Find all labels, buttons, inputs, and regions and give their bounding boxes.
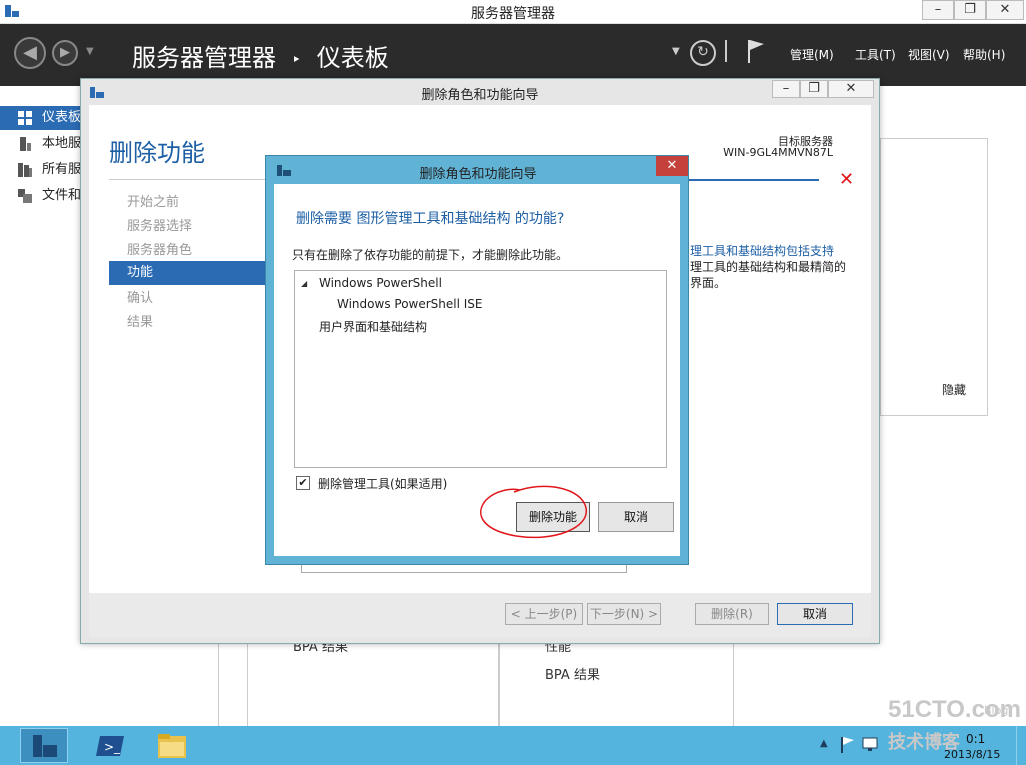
maximize-button[interactable]: ❐ [954, 0, 986, 20]
step-before-you-begin[interactable]: 开始之前 [127, 191, 179, 210]
taskbar: >_ ▲ 0:1 2013/8/15 [0, 726, 1026, 765]
step-features[interactable]: 功能 [109, 261, 269, 285]
breadcrumb-current: 仪表板 [316, 44, 389, 72]
minimize-button[interactable]: – [922, 0, 954, 20]
watermark-blog: Blog [984, 704, 1009, 717]
sidebar-item-file-services[interactable]: 文件和 [0, 184, 80, 208]
window-title: 服务器管理器 [471, 6, 555, 22]
target-server-name: WIN-9GL4MMVN87L [723, 146, 833, 159]
header-divider [725, 40, 727, 62]
wizard-next-button[interactable]: 下一步(N) > [587, 603, 661, 625]
panel-divider [218, 642, 219, 726]
flag-icon[interactable] [746, 38, 766, 64]
dialog-close-button[interactable]: ✕ [656, 156, 688, 176]
sidebar-item-label: 本地服 [42, 136, 80, 151]
step-confirmation[interactable]: 确认 [127, 287, 153, 306]
local-server-icon [20, 137, 31, 151]
forward-arrow-icon: ▶ [60, 45, 70, 60]
step-server-roles[interactable]: 服务器角色 [127, 239, 192, 258]
sidebar-item-label: 文件和 [42, 188, 80, 203]
clock-time[interactable]: 0:1 [966, 732, 985, 746]
wizard-titlebar: 删除角色和功能向导 – ❐ ✕ [81, 79, 879, 105]
dialog-body: 删除需要 图形管理工具和基础结构 的功能? 只有在删除了依存功能的前提下，才能删… [274, 184, 680, 556]
svg-text:>_: >_ [104, 740, 121, 754]
sidebar-item-local-server[interactable]: 本地服 [0, 132, 80, 156]
remove-tools-label[interactable]: 删除管理工具(如果适用) [318, 475, 447, 492]
taskbar-file-explorer[interactable] [148, 728, 196, 763]
confirm-remove-dialog: 删除角色和功能向导 ✕ 删除需要 图形管理工具和基础结构 的功能? 只有在删除了… [265, 155, 689, 565]
wizard-divider [109, 179, 269, 180]
menu-help[interactable]: 帮助(H) [963, 46, 1005, 63]
show-hidden-icons[interactable]: ▲ [820, 738, 828, 749]
menu-manage[interactable]: 管理(M) [790, 46, 834, 63]
hide-link[interactable]: 隐藏 [942, 381, 966, 398]
wizard-title: 删除角色和功能向导 [421, 88, 539, 103]
close-icon: ✕ [666, 158, 678, 173]
step-server-selection[interactable]: 服务器选择 [127, 215, 192, 234]
refresh-icon[interactable]: ↻ [690, 40, 716, 66]
checkmark-icon: ✔ [298, 476, 308, 489]
header-bar: ◀ ▶ ▼ 服务器管理器 ‣ 仪表板 ▼ ↻ 管理(M) 工具(T) 视图(V)… [0, 24, 1026, 86]
tree-item-powershell-ise[interactable]: Windows PowerShell ISE [337, 297, 483, 311]
wizard-cancel-button[interactable]: 取消 [777, 603, 853, 625]
watermark-subtitle: 技术博客 [888, 732, 960, 753]
dialog-cancel-button[interactable]: 取消 [598, 502, 674, 532]
show-desktop-button[interactable] [1016, 726, 1026, 765]
powershell-icon: >_ [96, 736, 124, 756]
progress-line [689, 179, 819, 181]
breadcrumb: 服务器管理器 ‣ 仪表板 [132, 38, 389, 73]
expand-collapse-icon[interactable]: ◢ [301, 279, 307, 288]
wizard-prev-button[interactable]: < 上一步(P) [505, 603, 583, 625]
sidebar-item-label: 所有服 [42, 162, 80, 177]
step-results[interactable]: 结果 [127, 311, 153, 330]
sidebar: 仪表板 本地服 所有服 文件和 [0, 86, 80, 726]
tile-right: 性能 BPA 结果 [498, 640, 734, 726]
sidebar-item-label: 仪表板 [42, 110, 80, 125]
sidebar-item-dashboard[interactable]: 仪表板 [0, 106, 80, 130]
dialog-title: 删除角色和功能向导 [419, 167, 537, 182]
remove-tools-checkbox[interactable]: ✔ [296, 476, 310, 490]
dialog-description: 只有在删除了依存功能的前提下，才能删除此功能。 [292, 248, 569, 262]
feature-description-line2: 理工具的基础结构和最精简的 [690, 260, 847, 274]
close-button[interactable]: ✕ [986, 0, 1024, 20]
taskbar-powershell[interactable]: >_ [86, 728, 134, 763]
wizard-heading: 删除功能 [109, 139, 205, 167]
dialog-question: 删除需要 图形管理工具和基础结构 的功能? [296, 211, 565, 227]
tile-left: BPA 结果 [247, 640, 500, 726]
main-titlebar: 服务器管理器 – ❐ ✕ [0, 0, 1026, 24]
red-annotation-circle [480, 485, 587, 539]
feature-description: 理工具和基础结构包括支持 理工具的基础结构和最精简的 界面。 [690, 242, 846, 290]
menu-tools[interactable]: 工具(T) [855, 46, 896, 63]
wizard-maximize-button[interactable]: ❐ [800, 80, 828, 98]
menu-view[interactable]: 视图(V) [908, 46, 950, 63]
action-center-flag-icon[interactable] [840, 736, 856, 754]
feature-description-link[interactable]: 理工具和基础结构包括支持 [690, 244, 834, 258]
file-services-icon [18, 189, 32, 203]
tree-item-ui-infrastructure[interactable]: 用户界面和基础结构 [319, 318, 427, 335]
forward-button[interactable]: ▶ [52, 40, 78, 66]
tree-item-powershell[interactable]: Windows PowerShell [319, 276, 442, 290]
tile-bpa-label-2[interactable]: BPA 结果 [545, 664, 600, 683]
network-icon[interactable] [862, 736, 880, 752]
breadcrumb-separator: ‣ [291, 49, 302, 69]
all-servers-icon [18, 163, 32, 177]
wizard-minimize-button[interactable]: – [772, 80, 800, 98]
breadcrumb-root[interactable]: 服务器管理器 [132, 44, 276, 72]
notification-dropdown-icon[interactable]: ▼ [672, 46, 680, 57]
wizard-footer: < 上一步(P) 下一步(N) > 删除(R) 取消 [89, 593, 871, 637]
taskbar-server-manager[interactable] [20, 728, 68, 763]
back-arrow-icon: ◀ [23, 42, 37, 63]
history-dropdown-icon[interactable]: ▼ [86, 46, 94, 57]
dashboard-icon [18, 111, 32, 125]
server-manager-taskbar-icon [33, 735, 57, 757]
dependent-features-tree[interactable]: ◢ Windows PowerShell Windows PowerShell … [294, 270, 667, 468]
wizard-close-button[interactable]: ✕ [828, 80, 874, 98]
back-button[interactable]: ◀ [14, 37, 46, 69]
folder-icon [158, 734, 186, 758]
dashboard-panel [880, 138, 988, 416]
feature-description-line3: 界面。 [690, 276, 727, 290]
wizard-remove-button[interactable]: 删除(R) [695, 603, 769, 625]
error-x-icon: ✕ [839, 169, 855, 190]
sidebar-item-all-servers[interactable]: 所有服 [0, 158, 80, 182]
